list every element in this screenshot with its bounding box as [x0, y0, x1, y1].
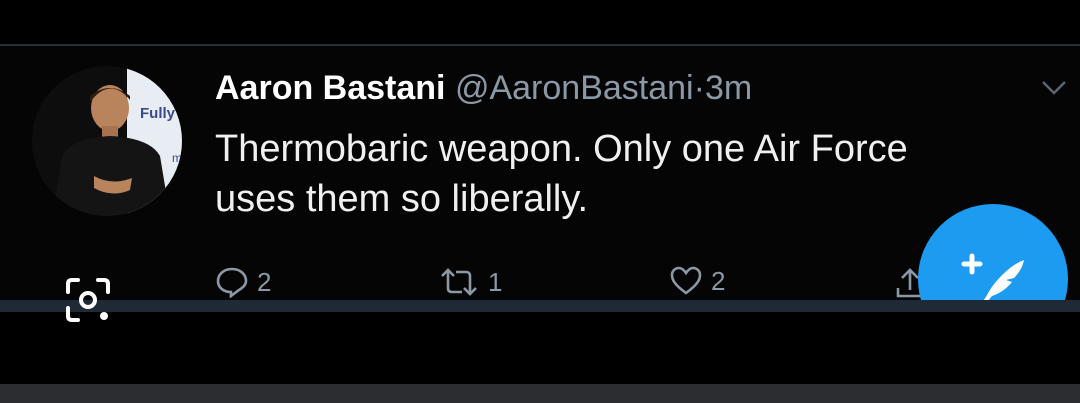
like-button[interactable]: 2	[669, 266, 725, 296]
header-separator: ·	[693, 69, 705, 107]
heart-icon	[670, 266, 702, 295]
tweet-header: Aaron Bastani @AaronBastani·3m	[215, 66, 752, 110]
chevron-down-icon[interactable]	[1040, 78, 1068, 98]
retweet-icon	[441, 268, 477, 296]
like-count: 2	[711, 266, 726, 296]
lens-search-icon[interactable]	[60, 272, 116, 328]
avatar-banner-text: Fully	[140, 105, 176, 122]
reply-button[interactable]: 2	[215, 266, 271, 298]
author-name[interactable]: Aaron Bastani	[215, 69, 446, 107]
profile-photo: Fully m	[32, 66, 182, 216]
reply-icon	[216, 267, 248, 298]
retweet-button[interactable]: 1	[438, 266, 502, 298]
compose-tweet-icon	[961, 253, 1024, 302]
bottom-bar	[0, 384, 1080, 403]
retweet-count: 1	[488, 267, 503, 297]
compose-tweet-button[interactable]	[918, 204, 1068, 302]
bottom-divider	[0, 300, 1080, 312]
tweet-card[interactable]: Fully m Aaron Bastani @AaronBastani·3m T…	[0, 46, 1080, 302]
tweet-text-line-1: Thermobaric weapon. Only one Air Force	[215, 128, 908, 170]
reply-count: 2	[257, 267, 272, 297]
avatar-banner-text-2: m	[172, 151, 182, 165]
screenshot-stage: Fully m Aaron Bastani @AaronBastani·3m T…	[0, 0, 1080, 403]
tweet-timestamp[interactable]: 3m	[705, 69, 752, 107]
avatar[interactable]: Fully m	[32, 66, 182, 216]
author-handle[interactable]: @AaronBastani	[455, 69, 694, 107]
